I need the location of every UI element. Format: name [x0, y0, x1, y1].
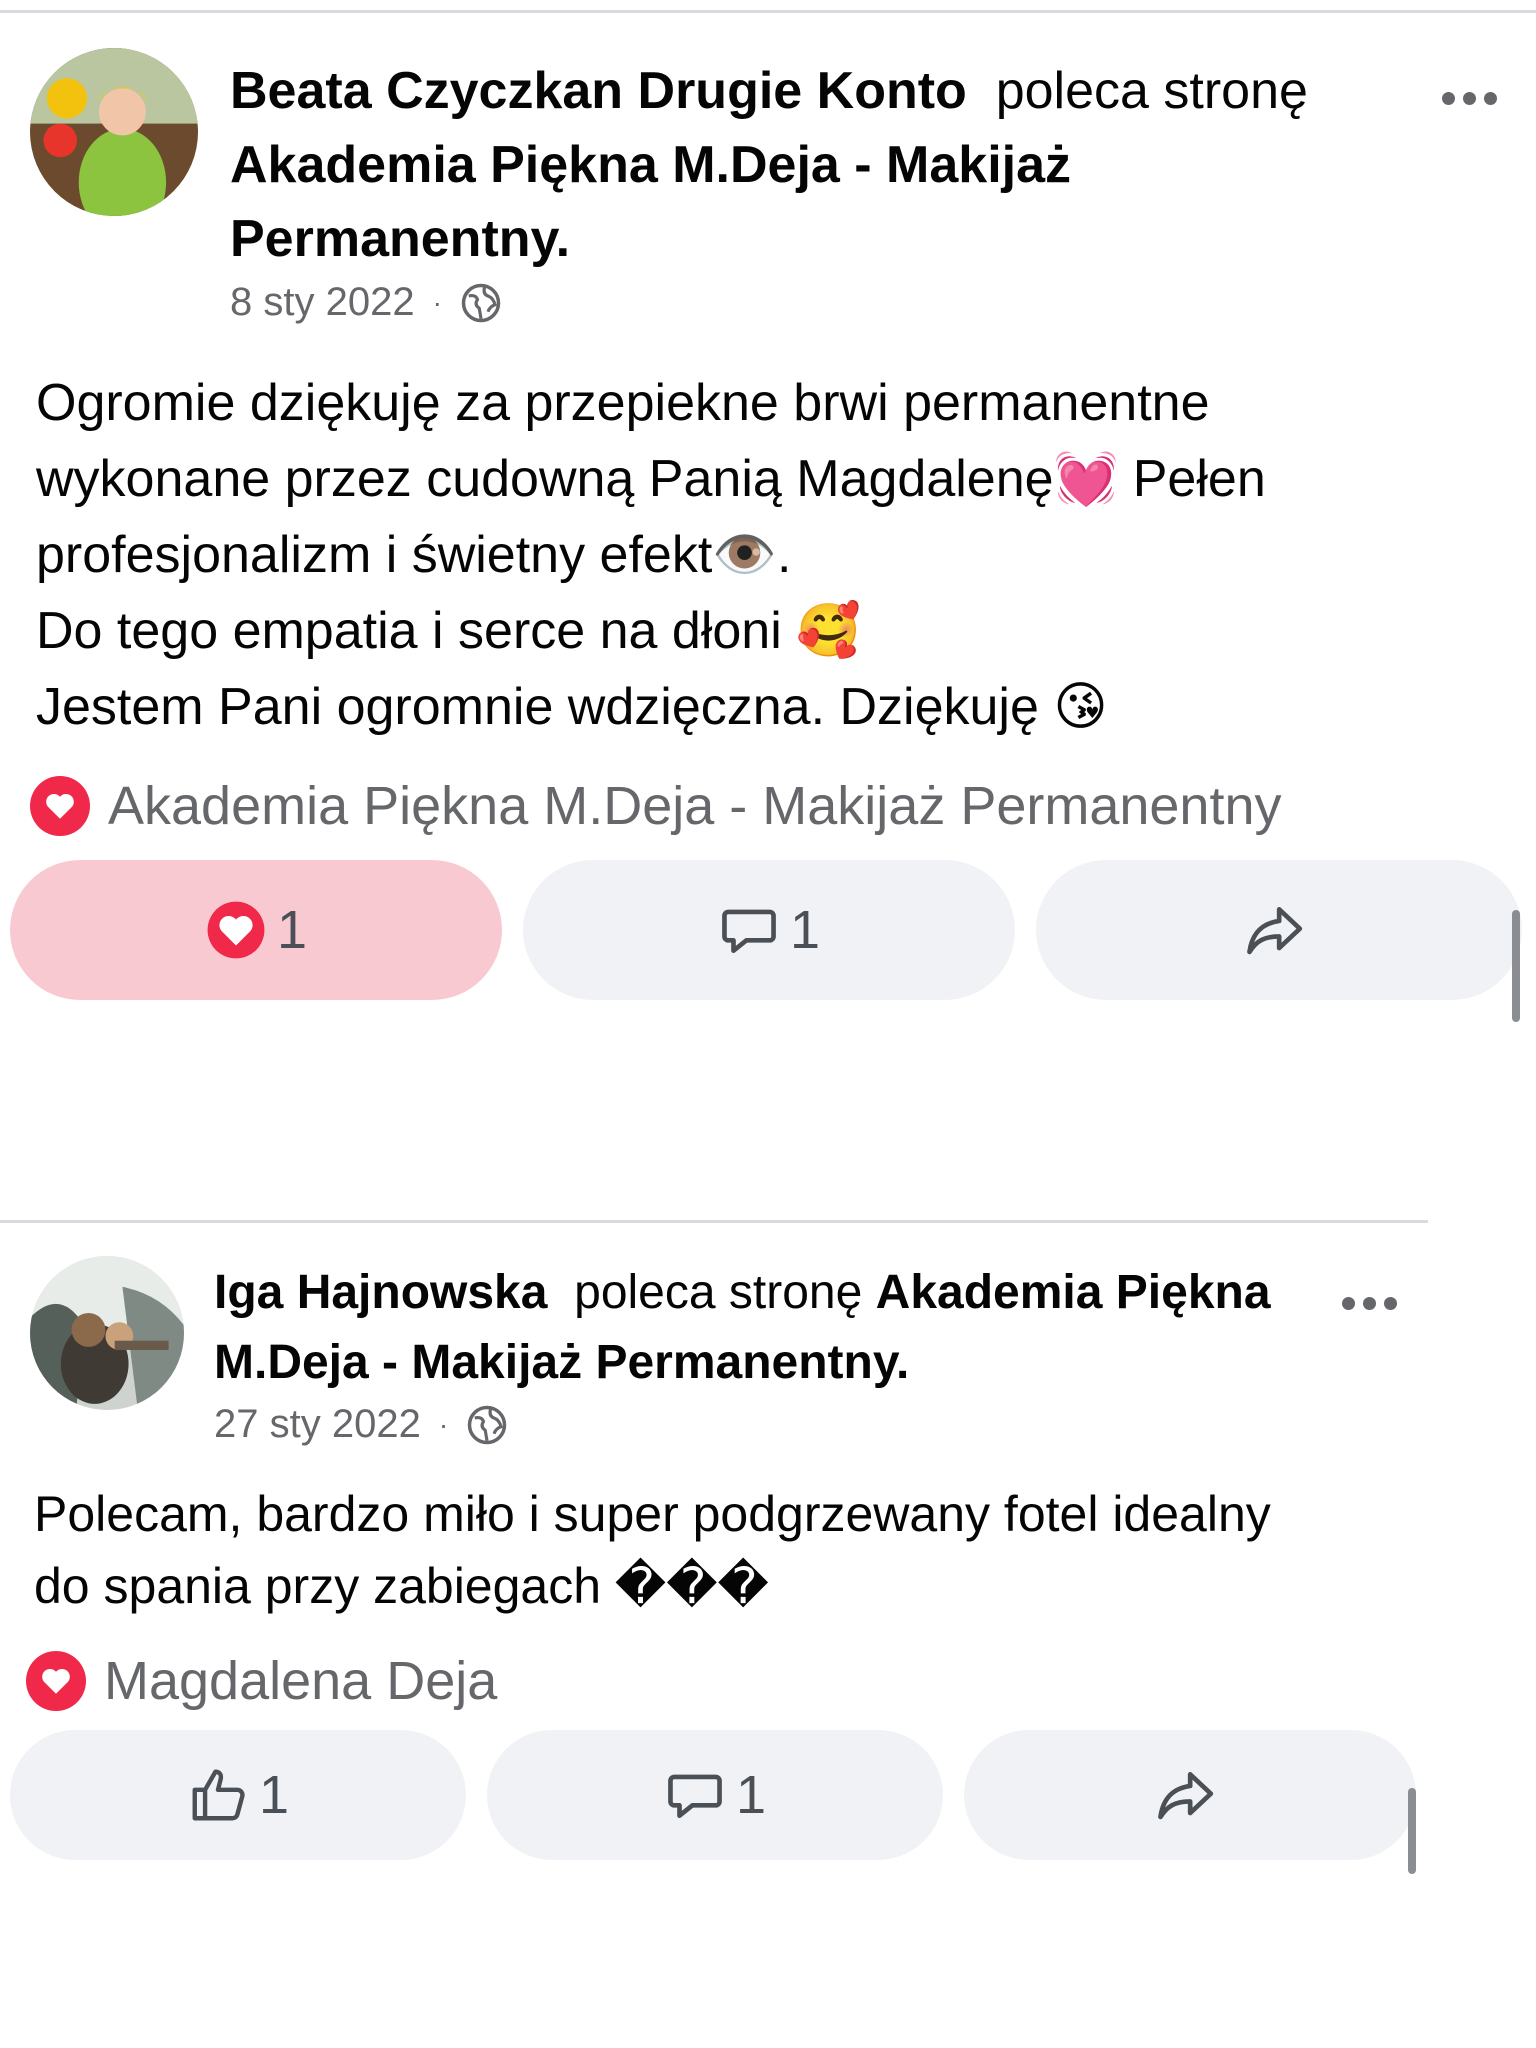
post-headline: Beata Czyczkan Drugie Konto poleca stron… — [230, 54, 1420, 276]
author-name[interactable]: Beata Czyczkan Drugie Konto — [230, 62, 967, 120]
comment-count: 1 — [735, 1765, 767, 1825]
more-options-icon[interactable] — [1442, 92, 1497, 105]
meta-separator: · — [438, 1408, 449, 1440]
headline-verb: poleca stronę — [574, 1266, 863, 1319]
post-date[interactable]: 27 sty 2022 — [214, 1402, 421, 1447]
post-meta: 8 sty 2022 · — [230, 280, 502, 325]
post-headline: Iga Hajnowska poleca stronę Akademia Pię… — [214, 1258, 1314, 1398]
heart-icon — [30, 776, 90, 836]
share-button[interactable] — [1036, 860, 1522, 1000]
comment-count: 1 — [789, 900, 821, 960]
top-divider — [0, 10, 1536, 13]
author-avatar[interactable] — [30, 48, 198, 216]
more-options-icon[interactable] — [1342, 1297, 1397, 1310]
comment-icon — [664, 1764, 726, 1826]
reaction-count: 1 — [276, 900, 308, 960]
author-name[interactable]: Iga Hajnowska — [214, 1266, 547, 1319]
comment-icon — [718, 899, 780, 961]
post-divider — [0, 1220, 1428, 1223]
globe-icon — [460, 282, 502, 324]
like-count: 1 — [258, 1765, 290, 1825]
thumbs-up-icon — [187, 1764, 249, 1826]
scrollbar[interactable] — [1512, 910, 1520, 1022]
recommended-by[interactable]: Akademia Piękna M.Deja - Makijaż Permane… — [108, 775, 1282, 837]
comment-button[interactable]: 1 — [523, 860, 1015, 1000]
post-meta: 27 sty 2022 · — [214, 1402, 508, 1447]
like-button[interactable]: 1 — [10, 1730, 466, 1860]
heart-reaction-icon — [205, 899, 267, 961]
meta-separator: · — [432, 286, 442, 318]
globe-icon — [466, 1404, 508, 1446]
page-name[interactable]: Akademia Piękna M.Deja - Makijaż Permane… — [230, 136, 1071, 268]
recommendation-line: Akademia Piękna M.Deja - Makijaż Permane… — [30, 775, 1282, 837]
reaction-button[interactable]: 1 — [10, 860, 502, 1000]
post-date[interactable]: 8 sty 2022 — [230, 280, 415, 325]
recommendation-line: Magdalena Deja — [26, 1650, 497, 1712]
share-button[interactable] — [964, 1730, 1416, 1860]
share-icon — [1243, 899, 1305, 961]
scrollbar[interactable] — [1408, 1788, 1416, 1874]
headline-verb: poleca stronę — [995, 62, 1308, 120]
author-avatar[interactable] — [30, 1256, 184, 1410]
share-icon — [1154, 1764, 1216, 1826]
post-body: Ogromie dziękuję za przepiekne brwi perm… — [36, 374, 1266, 736]
post-body: Polecam, bardzo miło i super podgrzewany… — [34, 1486, 1271, 1614]
recommended-by[interactable]: Magdalena Deja — [104, 1650, 497, 1712]
heart-icon — [26, 1651, 86, 1711]
comment-button[interactable]: 1 — [487, 1730, 943, 1860]
